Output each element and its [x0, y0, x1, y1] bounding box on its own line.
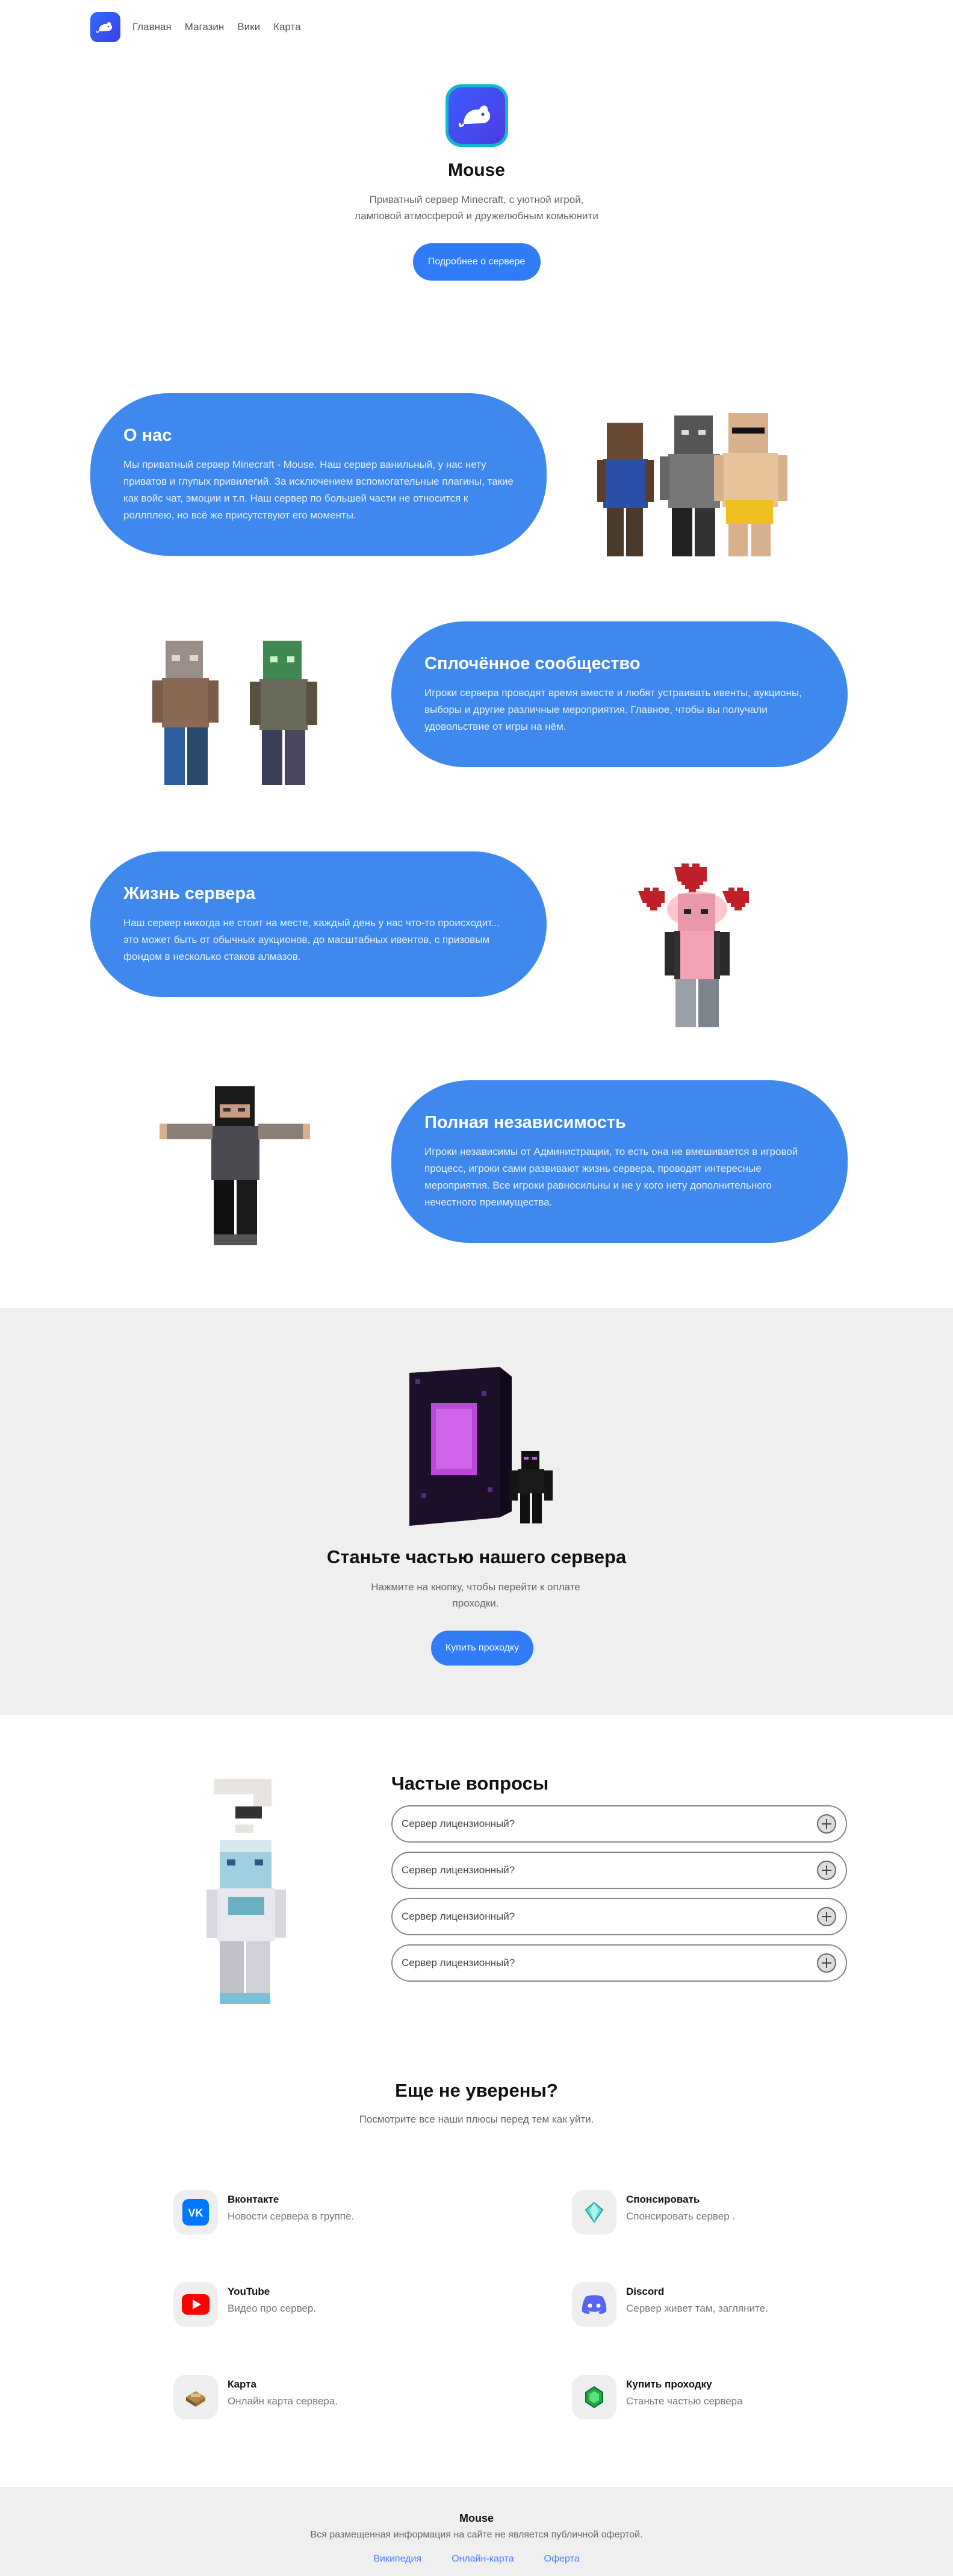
link-title: YouTube — [228, 2286, 270, 2297]
independence-text: Игроки независимы от Администрации, то е… — [424, 1145, 798, 1208]
player-question-image — [206, 1779, 286, 2004]
buy-pass-button[interactable]: Купить проходку — [431, 1631, 533, 1666]
faq-question: Сервер лицензионный? — [402, 1818, 515, 1829]
vk-icon: VK — [173, 2190, 218, 2235]
footer-link-online-map[interactable]: Онлайн-карта — [452, 2554, 514, 2565]
link-desc: Онлайн карта сервера. — [228, 2395, 338, 2407]
join-section: Станьте частью нашего сервера Нажмите на… — [0, 1308, 953, 1715]
link-title: Спонсировать — [626, 2194, 700, 2205]
about-title: О нас — [123, 425, 172, 445]
nav-link-shop[interactable]: Магазин — [185, 21, 225, 33]
link-title: Вконтакте — [228, 2194, 279, 2205]
link-desc: Видео про сервер. — [228, 2303, 317, 2314]
independence-card: Полная независимость Игроки независимы о… — [391, 1080, 848, 1243]
footer-links: Википедия Онлайн-карта Оферта — [0, 2554, 953, 2565]
footer: Mouse Вся размещенная информация на сайт… — [0, 2487, 953, 2576]
plus-icon[interactable] — [817, 1907, 836, 1926]
join-text: Нажмите на кнопку, чтобы перейти к оплат… — [371, 1581, 580, 1609]
community-title: Сплочённое сообщество — [424, 653, 641, 673]
youtube-link-card[interactable]: YouTube Видео про сервер. — [173, 2282, 316, 2327]
faq-item[interactable]: Сервер лицензионный? — [391, 1852, 847, 1889]
top-nav: Главная Магазин Вики Карта — [90, 12, 302, 42]
footer-link-wiki[interactable]: Википедия — [373, 2554, 421, 2565]
faq-item[interactable]: Сервер лицензионный? — [391, 1944, 847, 1982]
sponsor-link-card[interactable]: Спонсировать Спонсировать сервер . — [572, 2190, 735, 2235]
community-text: Игроки сервера проводят время вместе и л… — [424, 686, 802, 732]
faq-item[interactable]: Сервер лицензионный? — [391, 1898, 847, 1935]
faq-question: Сервер лицензионный? — [402, 1957, 515, 1968]
emerald-icon — [572, 2375, 616, 2419]
map-link-card[interactable]: Карта Онлайн карта сервера. — [173, 2375, 338, 2419]
map-icon — [173, 2375, 218, 2419]
youtube-icon — [173, 2282, 218, 2327]
server-life-text: Наш сервер никогда не стоит на месте, ка… — [123, 916, 500, 962]
diamond-icon — [572, 2190, 616, 2235]
nav-link-wiki[interactable]: Вики — [237, 21, 260, 33]
mouse-logo-large-icon — [445, 84, 508, 147]
link-desc: Новости сервера в группе. — [228, 2210, 355, 2222]
hero-description: Приватный сервер Minecraft, с уютной игр… — [355, 194, 598, 222]
about-text: Мы приватный сервер Minecraft - Mouse. Н… — [123, 458, 514, 521]
plus-icon[interactable] — [817, 1814, 836, 1834]
nether-portal-image — [409, 1367, 553, 1526]
server-details-button[interactable]: Подробнее о сервере — [412, 243, 541, 281]
link-title: Карта — [228, 2378, 256, 2390]
footer-link-offer[interactable]: Оферта — [544, 2554, 580, 2565]
vk-link-card[interactable]: VK Вконтакте Новости сервера в группе. — [173, 2190, 354, 2235]
svg-text:VK: VK — [188, 2207, 203, 2219]
player-dark-image — [160, 1086, 310, 1245]
footer-disclaimer: Вся размещенная информация на сайте не я… — [310, 2530, 643, 2540]
faq-title: Частые вопросы — [391, 1773, 549, 1794]
unsure-subtitle: Посмотрите все наши плюсы перед тем как … — [359, 2114, 594, 2125]
buy-pass-link-card[interactable]: Купить проходку Станьте частью сервера — [572, 2375, 743, 2419]
hero-title: Mouse — [447, 160, 505, 180]
footer-title: Mouse — [459, 2512, 494, 2524]
faq-item[interactable]: Сервер лицензионный? — [391, 1805, 847, 1843]
plus-icon[interactable] — [817, 1953, 836, 1973]
link-title: Купить проходку — [626, 2378, 712, 2390]
link-desc: Сервер живет там, загляните. — [626, 2303, 768, 2314]
join-title: Станьте частью нашего сервера — [326, 1546, 627, 1567]
about-card: О нас Мы приватный сервер Minecraft - Mo… — [90, 393, 547, 556]
discord-icon — [572, 2282, 616, 2327]
players-duo-image — [152, 641, 317, 785]
link-desc: Спонсировать сервер . — [626, 2210, 736, 2222]
plus-icon[interactable] — [817, 1861, 836, 1880]
player-hearts-image — [638, 863, 749, 1027]
nav-link-map[interactable]: Карта — [273, 21, 301, 33]
faq-question: Сервер лицензионный? — [402, 1911, 515, 1922]
server-life-card: Жизнь сервера Наш сервер никогда не стои… — [90, 851, 547, 997]
unsure-title: Еще не уверены? — [395, 2080, 558, 2101]
independence-title: Полная независимость — [424, 1112, 626, 1132]
discord-link-card[interactable]: Discord Сервер живет там, загляните. — [572, 2282, 768, 2327]
server-life-title: Жизнь сервера — [123, 883, 256, 903]
mouse-logo-icon[interactable] — [90, 12, 120, 42]
link-title: Discord — [626, 2286, 665, 2297]
community-card: Сплочённое сообщество Игроки сервера про… — [391, 621, 848, 767]
faq-question: Сервер лицензионный? — [402, 1864, 515, 1876]
link-desc: Станьте частью сервера — [626, 2395, 743, 2407]
players-group-image — [597, 413, 787, 556]
hero-section: Mouse Приватный сервер Minecraft, с уютн… — [0, 84, 953, 281]
nav-link-home[interactable]: Главная — [132, 21, 172, 33]
